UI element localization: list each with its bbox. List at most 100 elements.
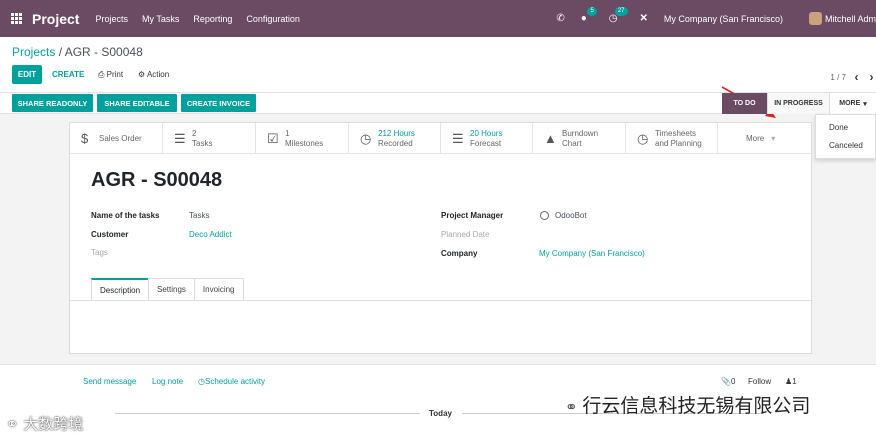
milestone-icon: ☑: [267, 130, 279, 146]
paperclip-icon: 📎: [721, 377, 731, 386]
action-menu[interactable]: ⚙ Action: [138, 70, 169, 79]
smart-button-timesheets[interactable]: ◷ Timesheets and Planning: [626, 123, 718, 154]
smart-button-milestones[interactable]: ☑ 1 Milestones: [256, 123, 349, 154]
smart-button-burndown[interactable]: ▲ Burndown Chart: [533, 123, 626, 154]
followers-count: 1: [792, 377, 797, 386]
print-menu[interactable]: ⎙ Print: [98, 70, 123, 80]
share-readonly-button[interactable]: SHARE READONLY: [12, 94, 93, 112]
smart-button-label: Forecast: [470, 138, 502, 148]
smart-button-value: 20 Hours: [470, 128, 503, 138]
timesheet-icon: ◷: [637, 130, 649, 146]
company-label: Company: [441, 249, 478, 258]
attachments-count: 0: [730, 377, 736, 386]
share-editable-button[interactable]: SHARE EDITABLE: [97, 94, 177, 112]
create-invoice-button[interactable]: CREATE INVOICE: [181, 94, 256, 112]
send-message-button[interactable]: Send message: [83, 377, 136, 386]
menu-configuration[interactable]: Configuration: [246, 14, 300, 24]
create-button[interactable]: CREATE: [52, 70, 84, 79]
menu-reporting[interactable]: Reporting: [193, 14, 232, 24]
tab-settings[interactable]: Settings: [148, 278, 195, 300]
status-row: SHARE READONLY SHARE EDITABLE CREATE INV…: [0, 93, 876, 114]
followers-button[interactable]: ♟1: [785, 377, 797, 386]
page-title[interactable]: AGR - S00048: [91, 169, 222, 192]
smart-button-recorded[interactable]: ◷ 212 Hours Recorded: [349, 123, 441, 154]
customer-field[interactable]: Deco Addict: [189, 230, 232, 239]
top-navbar: Project Projects My Tasks Reporting Conf…: [0, 0, 876, 37]
pager-value[interactable]: 1 / 7: [830, 73, 846, 82]
smart-button-value: Burndown: [562, 128, 599, 138]
main-menu: Projects My Tasks Reporting Configuratio…: [95, 14, 313, 24]
smart-button-label: and Planning: [655, 138, 702, 148]
pager-next-icon[interactable]: ›: [867, 70, 876, 84]
stage-option-done[interactable]: Done: [829, 123, 848, 132]
apps-menu-icon[interactable]: [11, 12, 23, 25]
smart-button-value: 1: [285, 128, 290, 138]
company-field[interactable]: My Company (San Francisco): [539, 249, 645, 258]
tags-field[interactable]: Tags: [91, 248, 108, 257]
print-icon: ⎙: [98, 70, 107, 79]
dollar-icon: $: [81, 131, 89, 146]
tab-description[interactable]: Description: [91, 278, 150, 300]
date-separator: Today: [429, 409, 452, 418]
smart-button-label: Tasks: [192, 138, 213, 148]
stage-to-do[interactable]: TO DO: [722, 93, 767, 114]
name-field[interactable]: Tasks: [189, 211, 209, 220]
name-label: Name of the tasks: [91, 211, 160, 220]
app-brand[interactable]: Project: [32, 11, 79, 27]
schedule-activity-label: Schedule activity: [204, 377, 266, 386]
smart-button-value: 2: [192, 128, 197, 138]
menu-projects[interactable]: Projects: [95, 14, 128, 24]
menu-my-tasks[interactable]: My Tasks: [142, 14, 179, 24]
edit-button[interactable]: EDIT: [12, 65, 42, 84]
schedule-activity-button[interactable]: ◷Schedule activity: [198, 377, 265, 386]
smart-button-more[interactable]: More ▾: [718, 123, 811, 154]
planned-date-label: Planned Date: [441, 230, 490, 239]
clock-icon: ◷: [198, 377, 205, 386]
stage-in-progress[interactable]: IN PROGRESS: [767, 93, 829, 114]
chevron-down-icon: ▾: [863, 100, 867, 108]
close-icon[interactable]: ✕: [640, 13, 648, 24]
smart-buttons: $ Sales Order ☰ 2 Tasks ☑ 1 Milestones ◷ 2…: [70, 123, 811, 154]
company-switcher[interactable]: My Company (San Francisco): [664, 14, 783, 24]
chart-icon: ▲: [544, 131, 557, 146]
manager-field[interactable]: OdooBot: [555, 211, 587, 220]
manager-avatar: [540, 211, 549, 220]
watermark-right-text: 行云信息科技无锡有限公司: [582, 395, 811, 417]
smart-button-sales-order[interactable]: $ Sales Order: [70, 123, 163, 154]
tab-invoicing[interactable]: Invoicing: [193, 278, 244, 300]
breadcrumb-projects[interactable]: Projects: [12, 45, 55, 59]
smart-button-tasks[interactable]: ☰ 2 Tasks: [163, 123, 256, 154]
activities-icon[interactable]: ◷ 27: [609, 7, 628, 24]
forecast-icon: ☰: [452, 130, 464, 146]
user-menu[interactable]: Mitchell Adm: [825, 14, 876, 24]
watermark-logo-icon: ⚭: [6, 415, 24, 433]
control-panel: Projects / AGR - S00048 EDIT CREATE ⎙ Pr…: [0, 37, 876, 118]
form-sheet: $ Sales Order ☰ 2 Tasks ☑ 1 Milestones ◷ 2…: [69, 122, 812, 354]
clock-icon: ◷: [360, 130, 372, 146]
avatar[interactable]: [808, 12, 822, 25]
log-note-button[interactable]: Log note: [152, 377, 183, 386]
chevron-down-icon: ▾: [771, 134, 776, 143]
stage-more-button[interactable]: MORE ▾: [829, 93, 876, 114]
navbar-systray: ✆ ● 5 ◷ 27 ✕ My Company (San Francisco) Mi…: [556, 0, 876, 37]
smart-button-value: Timesheets: [655, 128, 697, 138]
gear-icon: ⚙: [138, 70, 147, 79]
follow-button[interactable]: Follow: [748, 377, 771, 386]
smart-button-label: Sales Order: [99, 133, 142, 143]
activities-badge: 27: [614, 7, 628, 16]
stage-option-canceled[interactable]: Canceled: [829, 141, 863, 150]
pager: 1 / 7 ‹ ›: [830, 70, 876, 84]
pager-previous-icon[interactable]: ‹: [852, 70, 861, 84]
smart-button-label: Recorded: [378, 138, 413, 148]
smart-button-label: More: [746, 134, 765, 143]
stage-more-label: MORE: [839, 100, 861, 107]
smart-button-label: Milestones: [285, 138, 324, 148]
messages-icon[interactable]: ● 5: [581, 7, 597, 24]
smart-button-forecast[interactable]: ☰ 20 Hours Forecast: [441, 123, 533, 154]
breadcrumb-current: AGR - S00048: [64, 45, 143, 59]
watermark-left: ⚭ 大数跨境: [6, 413, 83, 434]
attachments-button[interactable]: 📎0: [721, 377, 735, 386]
phone-icon[interactable]: ✆: [556, 13, 564, 24]
watermark-right: ⚭ 行云信息科技无锡有限公司: [565, 391, 810, 418]
smart-button-label: Chart: [562, 138, 582, 148]
